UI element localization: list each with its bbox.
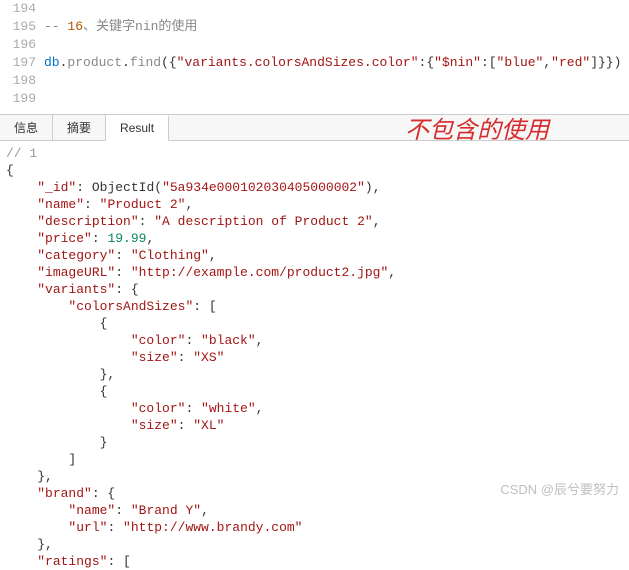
result-line: "name": "Brand Y", [6, 502, 623, 519]
result-line: "variants": { [6, 281, 623, 298]
result-line: }, [6, 536, 623, 553]
line-number: 194 [0, 0, 44, 18]
result-line: "description": "A description of Product… [6, 213, 623, 230]
result-line: "size": "XL" [6, 417, 623, 434]
code-line[interactable]: 198 [0, 72, 629, 90]
result-line: { [6, 162, 623, 179]
result-line: "name": "Product 2", [6, 196, 623, 213]
result-line: "color": "white", [6, 400, 623, 417]
result-line: ] [6, 451, 623, 468]
result-line: "ratings": [ [6, 553, 623, 570]
result-line: "price": 19.99, [6, 230, 623, 247]
code-content [44, 90, 52, 108]
line-number: 195 [0, 18, 44, 36]
result-panel[interactable]: // 1{ "_id": ObjectId("5a934e00010203040… [0, 141, 629, 570]
result-line: // 1 [6, 145, 623, 162]
tab-摘要[interactable]: 摘要 [53, 115, 106, 140]
code-line[interactable]: 197db.product.find({"variants.colorsAndS… [0, 54, 629, 72]
watermark: CSDN @辰兮要努力 [500, 479, 619, 498]
result-line: { [6, 383, 623, 400]
result-line: "category": "Clothing", [6, 247, 623, 264]
line-number: 197 [0, 54, 44, 72]
result-line: }, [6, 366, 623, 383]
result-line: "url": "http://www.brandy.com" [6, 519, 623, 536]
code-content [44, 72, 52, 90]
code-line[interactable]: 194 [0, 0, 629, 18]
code-line[interactable]: 195-- 16、关键字nin的使用 [0, 18, 629, 36]
code-line[interactable]: 196 [0, 36, 629, 54]
handwritten-annotation: 不包含的使用 [405, 110, 549, 145]
code-content: db.product.find({"variants.colorsAndSize… [44, 54, 621, 72]
tab-result[interactable]: Result [106, 115, 169, 141]
tab-信息[interactable]: 信息 [0, 115, 53, 140]
result-line: "size": "XS" [6, 349, 623, 366]
code-content [44, 0, 52, 18]
code-content [44, 36, 52, 54]
line-number: 199 [0, 90, 44, 108]
code-editor[interactable]: 194 195-- 16、关键字nin的使用196 197db.product.… [0, 0, 629, 108]
result-line: "color": "black", [6, 332, 623, 349]
line-number: 196 [0, 36, 44, 54]
result-line: "_id": ObjectId("5a934e00010203040500000… [6, 179, 623, 196]
code-content: -- 16、关键字nin的使用 [44, 18, 197, 36]
result-line: "colorsAndSizes": [ [6, 298, 623, 315]
result-line: } [6, 434, 623, 451]
result-line: "imageURL": "http://example.com/product2… [6, 264, 623, 281]
line-number: 198 [0, 72, 44, 90]
code-line[interactable]: 199 [0, 90, 629, 108]
result-line: { [6, 315, 623, 332]
